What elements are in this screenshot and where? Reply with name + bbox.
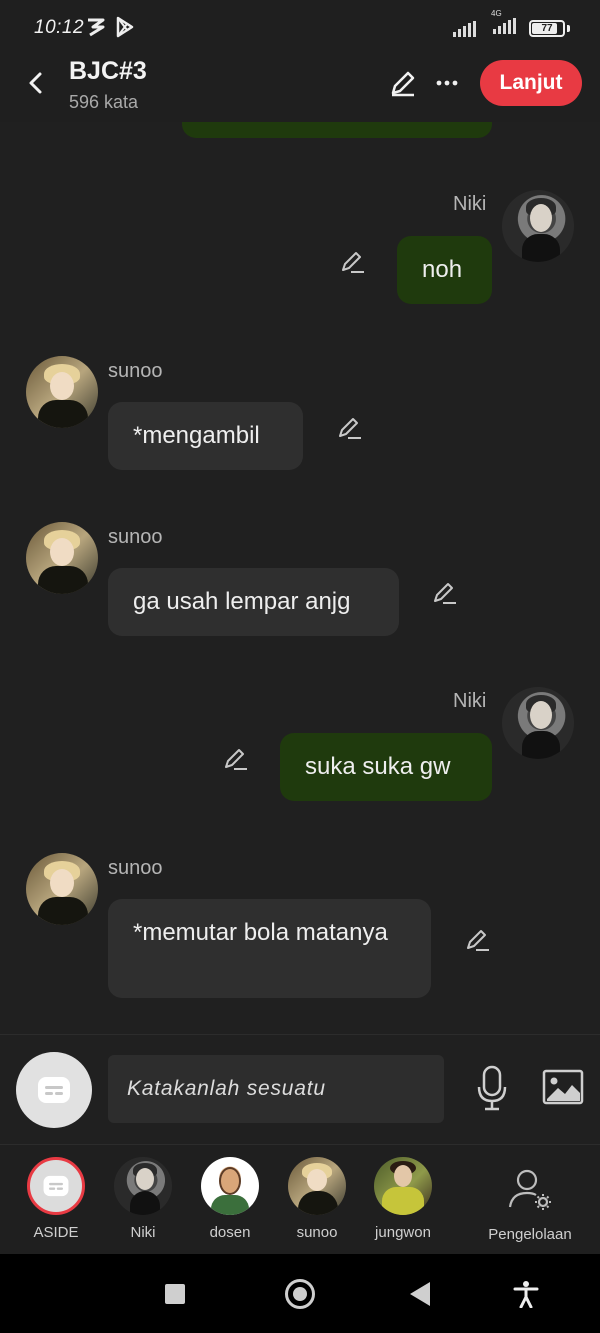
pencil-icon[interactable] [431, 580, 457, 606]
back-arrow-icon[interactable] [22, 68, 52, 98]
more-icon[interactable] [434, 70, 460, 96]
manage-button[interactable]: Pengelolaan [482, 1167, 578, 1243]
character-label: jungwon [375, 1224, 431, 1241]
battery-icon: 77 [529, 20, 565, 37]
character-jungwon[interactable]: jungwon [363, 1157, 443, 1241]
character-sunoo[interactable]: sunoo [277, 1157, 357, 1241]
image-icon[interactable] [542, 1069, 584, 1105]
accessibility-icon[interactable] [513, 1280, 539, 1308]
network-type: 4G [491, 9, 502, 18]
play-store-icon [116, 16, 134, 38]
recents-icon[interactable] [165, 1284, 185, 1304]
pencil-icon[interactable] [222, 746, 248, 772]
message-bubble[interactable]: noh [397, 236, 492, 304]
message-text: noh [422, 256, 463, 283]
sender-name: sunoo [108, 857, 163, 879]
aside-toggle-button[interactable] [16, 1052, 92, 1128]
aside-avatar [27, 1157, 85, 1215]
outgoing-bubble-partial [182, 122, 492, 138]
avatar-jungwon [374, 1157, 432, 1215]
continue-button[interactable]: Lanjut [480, 60, 582, 106]
sender-name: sunoo [108, 526, 163, 548]
message-bubble[interactable]: suka suka gw [280, 733, 492, 801]
composer: Katakanlah sesuatu [0, 1034, 600, 1144]
message-text: *memutar bola matanya [133, 919, 388, 946]
character-niki[interactable]: Niki [103, 1157, 183, 1241]
character-label: ASIDE [33, 1224, 79, 1241]
status-bar: 10:12 4G 77 [0, 0, 600, 56]
message-text: suka suka gw [305, 753, 451, 780]
character-dosen[interactable]: dosen [190, 1157, 270, 1241]
page-title: BJC#3 [69, 57, 147, 85]
chat-bubble-icon [38, 1077, 70, 1103]
pencil-icon[interactable] [339, 249, 365, 275]
sender-name: Niki [453, 193, 487, 215]
home-icon[interactable] [285, 1279, 315, 1309]
header: BJC#3 596 kata Lanjut [0, 56, 600, 122]
mic-icon[interactable] [476, 1065, 508, 1111]
signal-icon-2 [493, 18, 516, 34]
chat-thread[interactable]: Niki noh sunoo *mengambil sunoo ga usah … [0, 122, 600, 1034]
system-nav-bar [0, 1254, 600, 1333]
user-settings-icon [508, 1169, 551, 1210]
message-bubble[interactable]: ga usah lempar anjg [108, 568, 399, 636]
message-text: ga usah lempar anjg [133, 588, 351, 615]
status-time: 10:12 [34, 17, 85, 38]
message-text: *mengambil [133, 422, 260, 449]
status-right: 4G 77 [453, 9, 570, 39]
avatar-sunoo [288, 1157, 346, 1215]
character-aside[interactable]: ASIDE [16, 1157, 96, 1241]
word-count: 596 kata [69, 92, 139, 112]
avatar-sunoo[interactable] [26, 522, 98, 594]
character-label: sunoo [296, 1224, 338, 1241]
pencil-icon[interactable] [336, 415, 362, 441]
character-bar: ASIDE Niki dosen sunoo jungwon Pengelola… [0, 1144, 600, 1254]
message-bubble[interactable]: *mengambil [108, 402, 303, 470]
status-app-icons [85, 16, 135, 38]
avatar-niki[interactable] [502, 190, 574, 262]
pencil-icon[interactable] [388, 68, 418, 98]
avatar-sunoo[interactable] [26, 356, 98, 428]
avatar-niki [114, 1157, 172, 1215]
avatar-dosen [201, 1157, 259, 1215]
sender-name: sunoo [108, 360, 163, 382]
app-notification-icon [88, 18, 105, 37]
pencil-icon[interactable] [464, 927, 490, 953]
avatar-sunoo[interactable] [26, 853, 98, 925]
sender-name: Niki [453, 690, 487, 712]
character-label: Niki [130, 1224, 156, 1241]
battery-level: 77 [541, 23, 553, 34]
message-input[interactable]: Katakanlah sesuatu [108, 1055, 444, 1123]
message-bubble[interactable]: *memutar bola matanya [108, 899, 431, 998]
avatar-niki[interactable] [502, 687, 574, 759]
manage-label: Pengelolaan [488, 1226, 572, 1243]
input-placeholder: Katakanlah sesuatu [127, 1077, 326, 1100]
network-signal: 4G [489, 9, 519, 39]
character-label: dosen [209, 1224, 251, 1241]
signal-icon [453, 20, 476, 37]
chat-bubble-icon [43, 1175, 69, 1197]
back-icon[interactable] [410, 1282, 430, 1306]
